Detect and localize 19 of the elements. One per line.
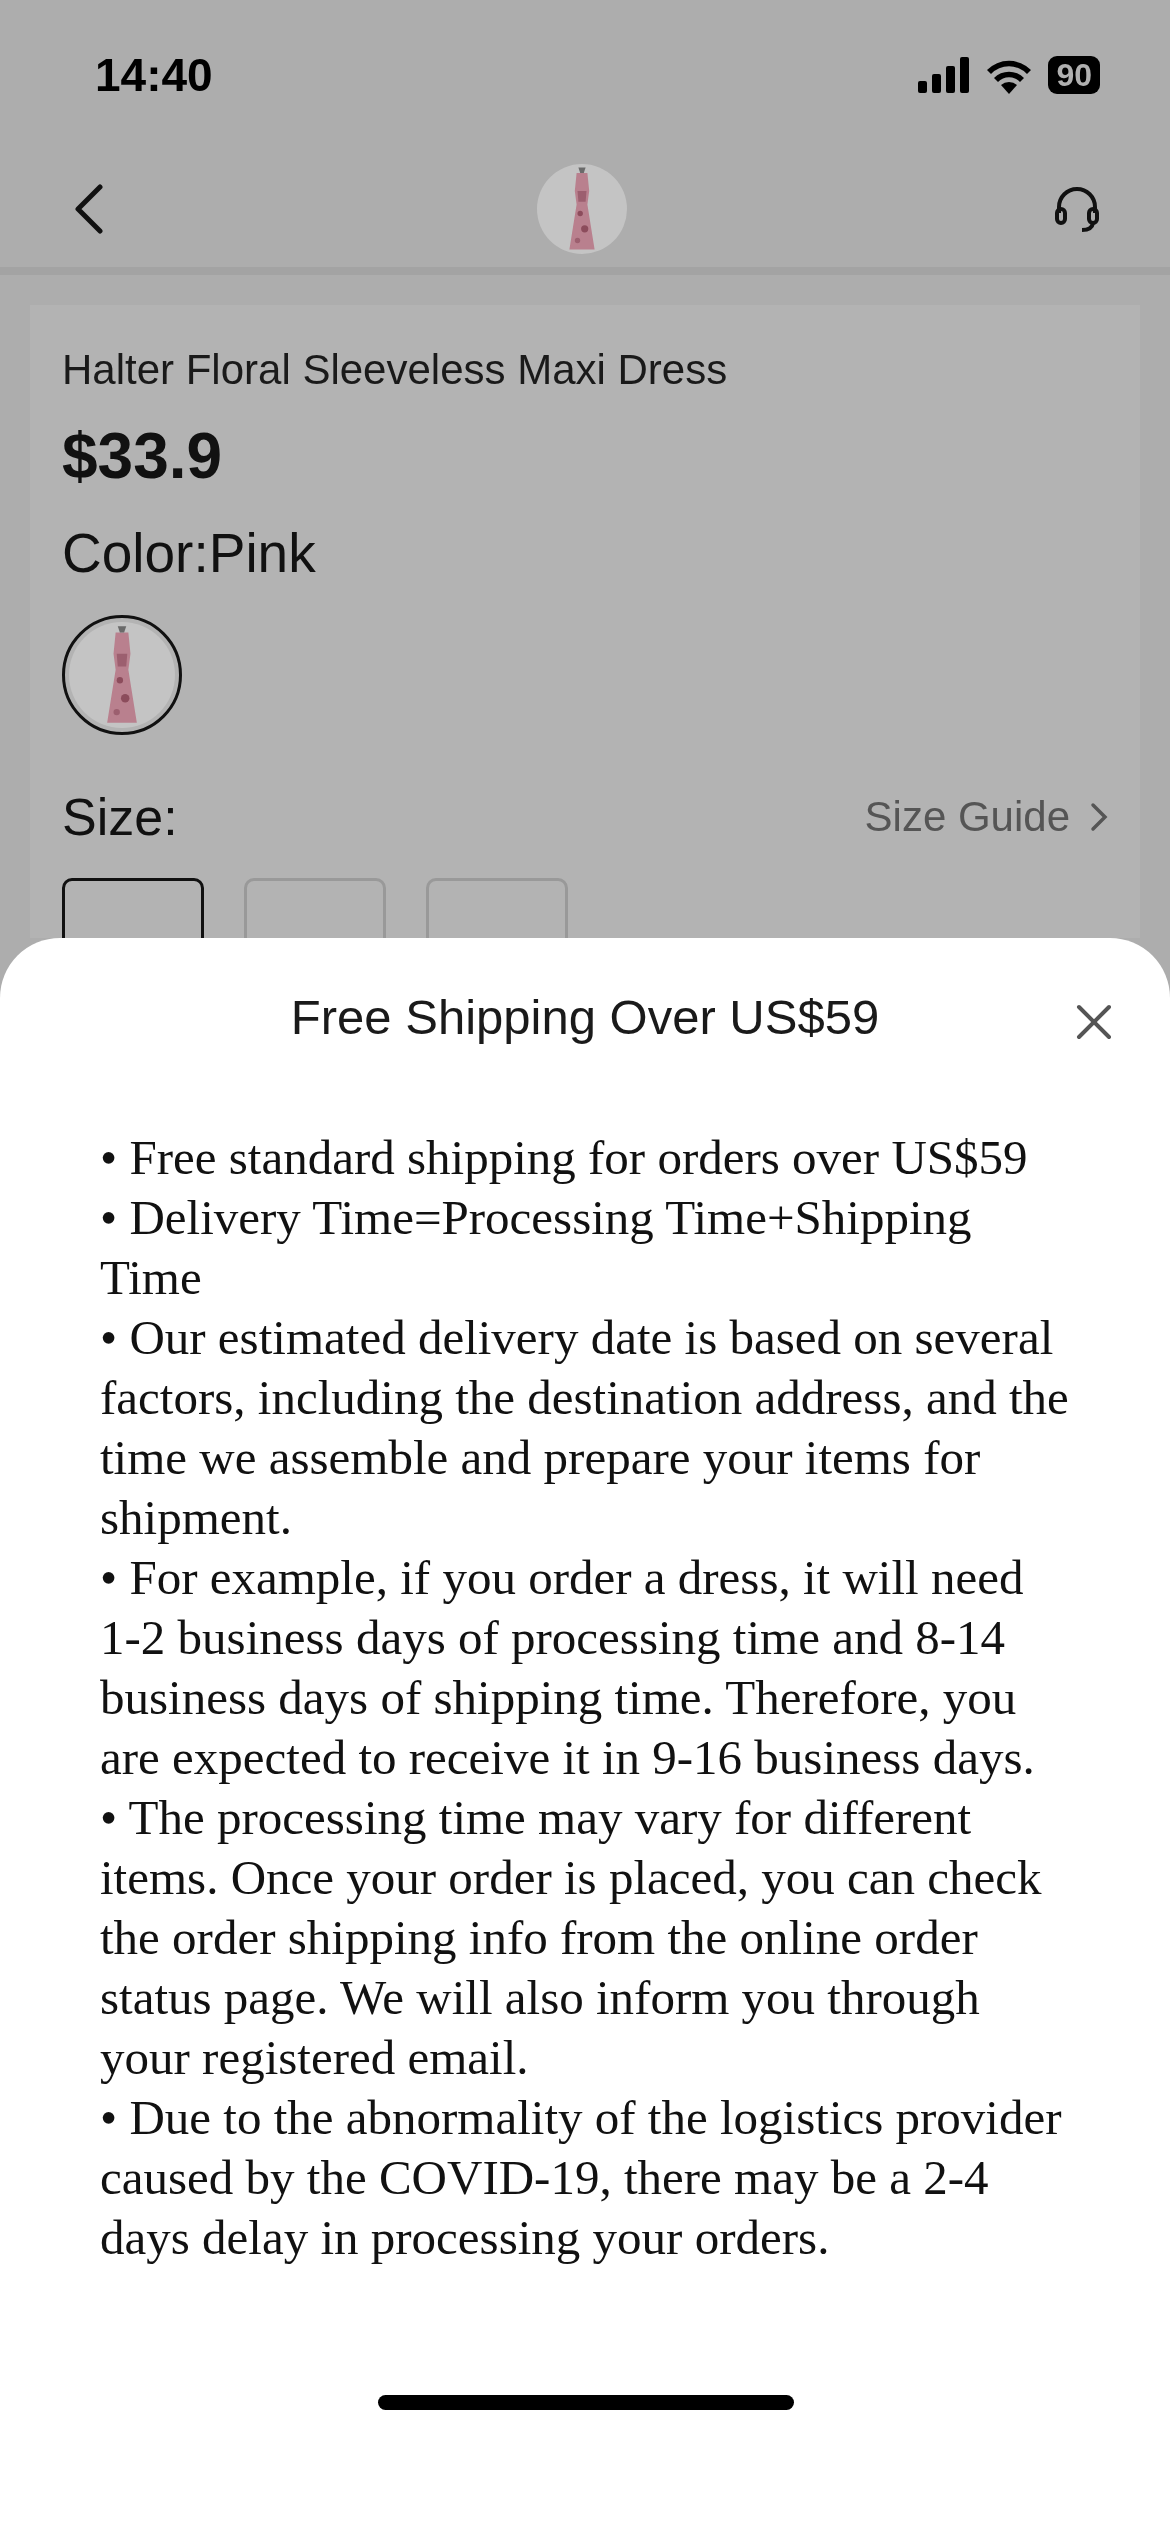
size-guide-link[interactable]: Size Guide [864, 785, 1070, 848]
size-label: Size: [62, 786, 178, 848]
color-label: Color:Pink [62, 521, 317, 585]
shipping-info-text: • Our estimated delivery date is based on several factors, including the destination address, and the time we assemble and prepare your items for shipment. [100, 1309, 1070, 1547]
shipping-info-text: • The processing time may vary for different items. Once your order is placed, you can check the order shipping info from the online order status page. We will also inform you through your registered email. [100, 1789, 1043, 2087]
product-price: $33.9 [62, 419, 224, 493]
shipping-info-text: • Free standard shipping for orders over US$59 [100, 1129, 1029, 1187]
chevron-right-icon [1090, 801, 1108, 832]
headset-icon[interactable] [1054, 184, 1100, 233]
color-swatch[interactable] [62, 615, 182, 735]
battery-level: 90 [1048, 56, 1100, 94]
sheet-title: Free Shipping Over US$59 [290, 989, 880, 1047]
signal-icon [918, 57, 971, 93]
shipping-info-text: • For example, if you order a dress, it will need 1-2 business days of processing time and 8-14 business days of shipping time. Therefore, you are expected to receive it in 9-16 business days. [100, 1549, 1036, 1787]
shipping-info-text: • Due to the abnormality of the logistics provider caused by the COVID-19, there may be a 2-4 days delay in processing your orders. [100, 2089, 1063, 2267]
close-icon[interactable] [1076, 1004, 1112, 1040]
product-title: Halter Floral Sleeveless Maxi Dress [62, 345, 729, 395]
status-time: 14:40 [95, 47, 213, 103]
shipping-info-text: • Delivery Time=Processing Time+Shipping Time [100, 1189, 973, 1307]
